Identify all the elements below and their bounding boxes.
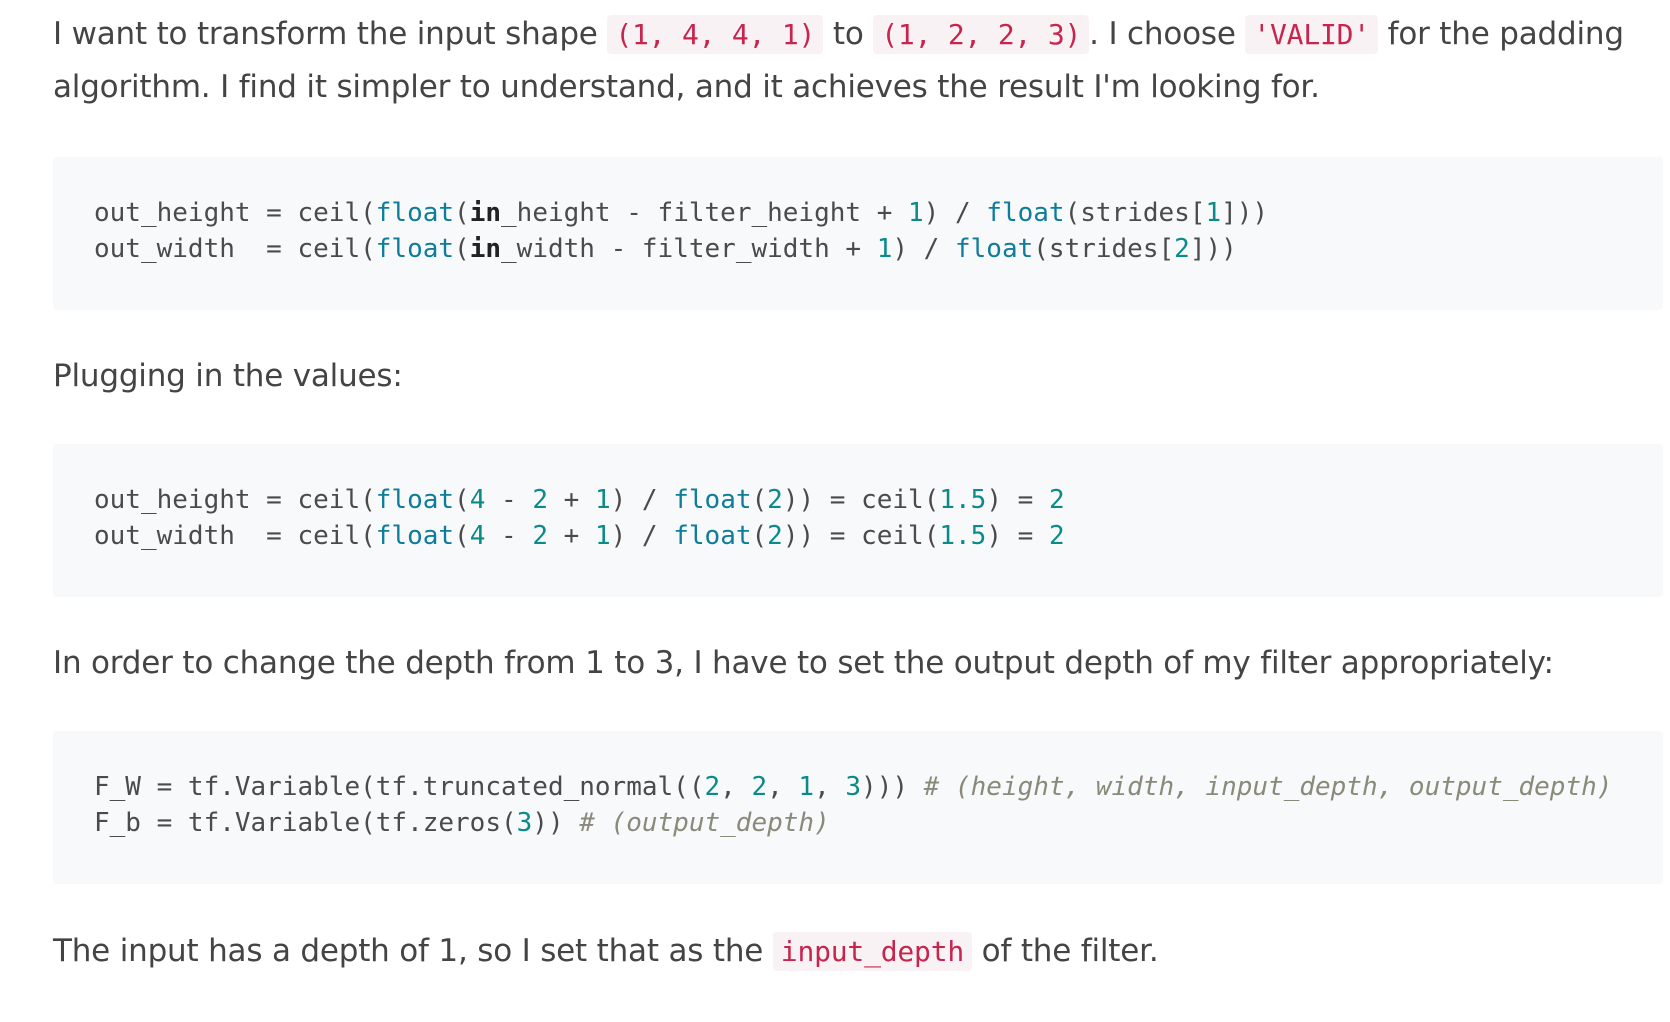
- code-number: 3: [845, 772, 862, 802]
- inline-code-input-depth: input_depth: [772, 932, 973, 971]
- code-keyword: in: [469, 234, 502, 264]
- intro-text-1: I want to transform the input shape: [53, 16, 608, 52]
- code-text: _width - filter_width +: [501, 234, 877, 264]
- outro-text-1: The input has a depth of 1, so I set tha…: [53, 933, 773, 969]
- code-builtin: float: [673, 521, 752, 551]
- intro-text-3: . I choose: [1089, 16, 1246, 52]
- code-builtin: float: [375, 521, 455, 551]
- code-number: 1: [594, 485, 611, 515]
- code-number: 2: [751, 772, 768, 802]
- code-text: out_height = ceil(: [94, 485, 376, 515]
- code-text: out_height = ceil(: [94, 198, 376, 228]
- code-text: (: [454, 485, 470, 515]
- code-text: out_width = ceil(: [94, 234, 376, 264]
- code-text: ,: [720, 772, 752, 802]
- code-text: )) = ceil(: [782, 521, 940, 551]
- code-text: -: [485, 521, 533, 551]
- code-text: F_W = tf.Variable(tf.truncated_normal((: [94, 772, 705, 802]
- code-text: ) /: [610, 485, 674, 515]
- inline-code-output-shape: (1, 2, 2, 3): [873, 15, 1090, 54]
- paragraph-intro: I want to transform the input shape (1, …: [53, 8, 1658, 114]
- code-text: (: [454, 234, 470, 264]
- code-line-out-width: out_width = ceil(float(in_width - filter…: [94, 231, 1237, 267]
- code-block-values: out_height = ceil(float(4 - 2 + 1) / flo…: [53, 444, 1663, 597]
- code-text: ) /: [892, 234, 955, 264]
- code-number: 1.5: [939, 521, 987, 551]
- paragraph-plugging: Plugging in the values:: [53, 358, 403, 394]
- code-text: ) =: [986, 485, 1049, 515]
- code-text: ) /: [923, 198, 987, 228]
- code-number: 2: [1048, 485, 1065, 515]
- code-number: 1: [1205, 198, 1222, 228]
- code-builtin: float: [986, 198, 1065, 228]
- code-builtin: float: [954, 234, 1034, 264]
- code-text: -: [485, 485, 533, 515]
- code-number: 2: [1048, 521, 1065, 551]
- code-comment: # (output_depth): [579, 808, 830, 838]
- code-text: ,: [814, 772, 846, 802]
- outro-text-2: of the filter.: [972, 933, 1159, 969]
- code-text: ])): [1189, 234, 1237, 264]
- code-block-filter: F_W = tf.Variable(tf.truncated_normal((2…: [53, 731, 1663, 884]
- paragraph-input-depth: The input has a depth of 1, so I set tha…: [53, 925, 1658, 978]
- code-line-out-width-values: out_width = ceil(float(4 - 2 + 1) / floa…: [94, 518, 1065, 554]
- intro-text-4: for the padding: [1377, 16, 1624, 52]
- code-text: F_b = tf.Variable(tf.zeros(: [94, 808, 517, 838]
- code-number: 1: [798, 772, 815, 802]
- inline-code-input-shape: (1, 4, 4, 1): [607, 15, 824, 54]
- article-content: I want to transform the input shape (1, …: [0, 0, 1670, 1022]
- code-text: +: [547, 521, 595, 551]
- code-number: 1: [876, 234, 893, 264]
- code-line-out-height-values: out_height = ceil(float(4 - 2 + 1) / flo…: [94, 482, 1065, 518]
- code-line-filter-weights: F_W = tf.Variable(tf.truncated_normal((2…: [94, 769, 1612, 805]
- paragraph-depth: In order to change the depth from 1 to 3…: [53, 645, 1554, 681]
- code-text: ,: [767, 772, 799, 802]
- code-text: ))): [861, 772, 924, 802]
- code-text: _height - filter_height +: [501, 198, 909, 228]
- code-number: 2: [767, 521, 783, 551]
- code-line-out-height: out_height = ceil(float(in_height - filt…: [94, 195, 1268, 231]
- code-text: out_width = ceil(: [94, 521, 376, 551]
- code-number: 4: [469, 485, 486, 515]
- code-builtin: float: [375, 485, 455, 515]
- code-text: (: [454, 198, 470, 228]
- code-number: 4: [469, 521, 486, 551]
- code-number: 2: [767, 485, 783, 515]
- code-text: +: [547, 485, 595, 515]
- code-number: 2: [532, 521, 548, 551]
- code-text: (strides[: [1064, 198, 1206, 228]
- code-line-filter-bias: F_b = tf.Variable(tf.zeros(3)) # (output…: [94, 805, 830, 841]
- code-builtin: float: [673, 485, 752, 515]
- code-text: )): [532, 808, 580, 838]
- code-text: ) /: [610, 521, 674, 551]
- code-text: ])): [1221, 198, 1269, 228]
- code-number: 3: [516, 808, 533, 838]
- code-text: (: [454, 521, 470, 551]
- code-number: 1: [594, 521, 611, 551]
- code-number: 2: [1174, 234, 1190, 264]
- code-text: ) =: [986, 521, 1049, 551]
- code-number: 2: [704, 772, 721, 802]
- inline-code-valid: 'VALID': [1245, 15, 1378, 54]
- code-block-formula: out_height = ceil(float(in_height - filt…: [53, 157, 1663, 310]
- code-text: (strides[: [1033, 234, 1175, 264]
- intro-text-2: to: [823, 16, 874, 52]
- intro-text-line2: algorithm. I find it simpler to understa…: [53, 69, 1320, 105]
- code-number: 2: [532, 485, 548, 515]
- code-text: (: [751, 521, 768, 551]
- code-text: )) = ceil(: [782, 485, 940, 515]
- code-text: (: [751, 485, 768, 515]
- code-builtin: float: [375, 198, 455, 228]
- code-builtin: float: [375, 234, 455, 264]
- code-keyword: in: [469, 198, 502, 228]
- code-comment: # (height, width, input_depth, output_de…: [923, 772, 1613, 802]
- code-number: 1.5: [939, 485, 987, 515]
- code-number: 1: [908, 198, 924, 228]
